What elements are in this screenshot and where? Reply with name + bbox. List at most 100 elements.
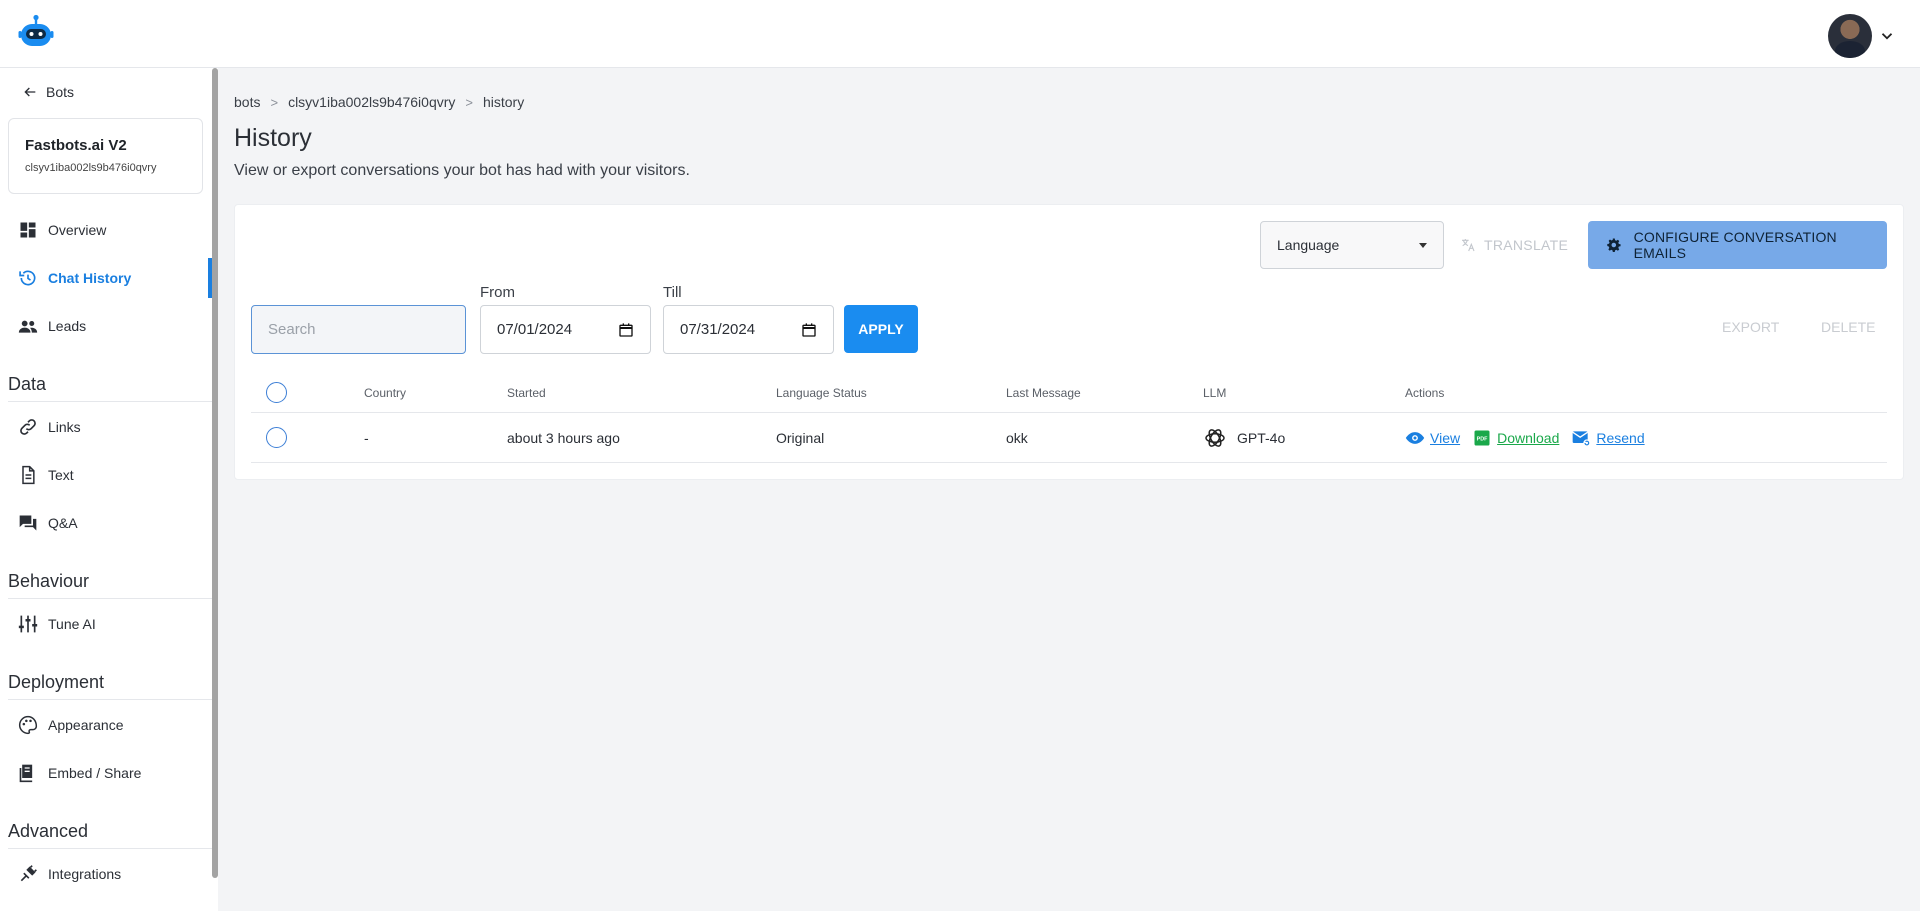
pdf-icon: PDF <box>1474 430 1490 445</box>
apply-button[interactable]: APPLY <box>844 305 918 353</box>
sidebar-item-overview[interactable]: Overview <box>0 210 212 250</box>
openai-icon <box>1205 428 1225 447</box>
sidebar-item-label: Embed / Share <box>48 765 142 781</box>
page-description: View or export conversations your bot ha… <box>234 162 690 179</box>
section-heading-data: Data <box>8 374 212 402</box>
section-heading-advanced: Advanced <box>8 821 212 849</box>
breadcrumb-bot-id[interactable]: clsyv1iba002ls9b476i0qvry <box>288 94 455 110</box>
sidebar-item-embed-share[interactable]: Embed / Share <box>0 753 212 793</box>
breadcrumb-separator: > <box>465 94 473 110</box>
section-heading-behaviour: Behaviour <box>8 571 212 599</box>
link-icon <box>20 419 36 435</box>
tune-icon <box>18 615 38 633</box>
embed-icon <box>19 764 33 783</box>
download-label: Download <box>1497 429 1560 446</box>
cell-llm: GPT-4o <box>1203 413 1285 462</box>
bot-card: Fastbots.ai V2 clsyv1iba002ls9b476i0qvry <box>8 118 203 194</box>
sidebar-item-integrations[interactable]: Integrations <box>0 854 212 894</box>
select-all-checkbox[interactable] <box>266 382 287 403</box>
view-link[interactable]: View <box>1405 428 1460 448</box>
sidebar-item-leads[interactable]: Leads <box>0 306 212 346</box>
sidebar-item-label: Text <box>48 467 74 483</box>
sidebar-item-links[interactable]: Links <box>0 407 212 447</box>
view-label: View <box>1430 429 1461 446</box>
breadcrumb: bots > clsyv1iba002ls9b476i0qvry > histo… <box>234 94 524 110</box>
resend-label: Resend <box>1596 429 1645 446</box>
back-label: Bots <box>46 84 75 100</box>
llm-name: GPT-4o <box>1237 429 1286 446</box>
delete-button[interactable]: DELETE <box>1821 319 1875 335</box>
sidebar: Bots Fastbots.ai V2 clsyv1iba002ls9b476i… <box>0 68 218 911</box>
robot-logo[interactable] <box>18 14 54 50</box>
cell-last-message: okk <box>1006 429 1028 446</box>
translate-button[interactable]: TRANSLATE <box>1460 221 1568 269</box>
cell-language-status: Original <box>776 429 825 446</box>
till-date-value: 07/31/2024 <box>680 321 756 338</box>
column-header-country[interactable]: Country <box>364 373 406 412</box>
caret-down-icon <box>1419 242 1427 248</box>
column-header-language-status[interactable]: Language Status <box>776 373 867 412</box>
till-date-input[interactable]: 07/31/2024 <box>663 305 834 354</box>
sidebar-item-label: Tune AI <box>48 616 96 632</box>
cell-country: - <box>364 429 369 446</box>
sidebar-item-label: Chat History <box>48 270 132 286</box>
history-icon <box>19 270 36 286</box>
chat-bubbles-icon <box>19 515 37 531</box>
configure-conversation-emails-button[interactable]: CONFIGURE CONVERSATION EMAILS <box>1588 221 1887 269</box>
sidebar-item-label: Leads <box>48 318 87 334</box>
cell-actions: View PDF Download Resend <box>1405 413 1657 462</box>
table-row[interactable]: - about 3 hours ago Original okk GPT-4o … <box>251 413 1887 463</box>
row-checkbox[interactable] <box>266 427 287 448</box>
sidebar-item-label: Q&A <box>48 515 78 531</box>
column-header-started[interactable]: Started <box>507 373 546 412</box>
search-input[interactable] <box>251 305 466 354</box>
table-header-row: Country Started Language Status Last Mes… <box>251 373 1887 413</box>
cell-started: about 3 hours ago <box>507 429 620 446</box>
sidebar-item-qa[interactable]: Q&A <box>0 503 212 543</box>
avatar[interactable] <box>1828 14 1872 58</box>
sidebar-item-chat-history[interactable]: Chat History <box>0 258 212 298</box>
user-menu[interactable] <box>1828 14 1896 58</box>
language-select-value: Language <box>1277 237 1340 253</box>
export-button[interactable]: EXPORT <box>1722 319 1779 335</box>
back-to-bots-link[interactable]: Bots <box>22 84 74 100</box>
from-date-value: 07/01/2024 <box>497 321 573 338</box>
section-heading-deployment: Deployment <box>8 672 212 700</box>
mail-resend-icon <box>1572 430 1591 447</box>
breadcrumb-separator: > <box>270 94 279 110</box>
sidebar-item-label: Integrations <box>48 866 122 882</box>
palette-icon <box>19 715 38 735</box>
till-label: Till <box>663 284 682 301</box>
sidebar-item-appearance[interactable]: Appearance <box>0 705 212 745</box>
breadcrumb-bots[interactable]: bots <box>234 94 260 110</box>
calendar-icon[interactable] <box>618 322 634 338</box>
row-select-cell <box>266 413 287 462</box>
bot-id: clsyv1iba002ls9b476i0qvry <box>25 162 157 174</box>
translate-label: TRANSLATE <box>1484 237 1569 253</box>
sidebar-item-label: Links <box>48 419 81 435</box>
language-select[interactable]: Language <box>1260 221 1444 269</box>
sidebar-item-tune-ai[interactable]: Tune AI <box>0 604 212 644</box>
resend-link[interactable]: Resend <box>1571 428 1645 448</box>
translate-icon <box>1462 239 1475 252</box>
gear-icon <box>1607 238 1621 253</box>
document-icon <box>22 465 35 485</box>
sidebar-item-text[interactable]: Text <box>0 455 212 495</box>
chevron-down-icon <box>1881 33 1893 40</box>
sidebar-item-label: Overview <box>48 222 107 238</box>
sidebar-scrollbar[interactable] <box>212 68 218 878</box>
select-all-cell <box>266 373 287 412</box>
from-date-input[interactable]: 07/01/2024 <box>480 305 651 354</box>
column-header-last-message[interactable]: Last Message <box>1006 373 1081 412</box>
svg-text:PDF: PDF <box>1477 436 1489 442</box>
top-bar <box>0 0 1920 68</box>
history-panel: Language TRANSLATE CONFIGURE CONVERSATIO… <box>234 204 1904 480</box>
sidebar-item-label: Appearance <box>48 717 124 733</box>
column-header-actions: Actions <box>1405 385 1445 400</box>
plug-icon <box>20 865 37 882</box>
column-header-llm[interactable]: LLM <box>1203 373 1226 412</box>
download-link[interactable]: PDF Download <box>1472 428 1559 448</box>
calendar-icon[interactable] <box>801 322 817 338</box>
breadcrumb-current: history <box>482 94 525 110</box>
page-title: History <box>234 124 312 152</box>
